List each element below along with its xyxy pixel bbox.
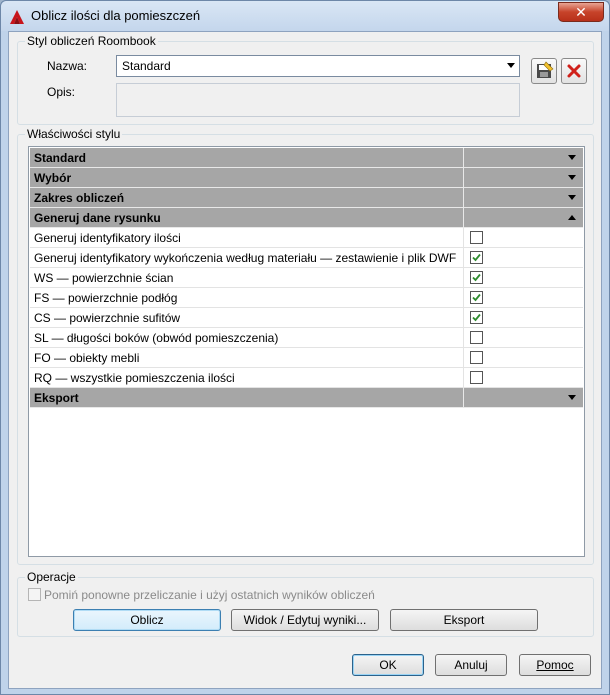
property-label: SL — długości boków (obwód pomieszczenia… bbox=[34, 331, 279, 345]
column-divider bbox=[463, 228, 464, 248]
property-checkbox[interactable] bbox=[470, 271, 483, 284]
delete-style-button[interactable] bbox=[561, 58, 587, 84]
chevron-down-icon[interactable] bbox=[568, 155, 576, 160]
checkmark-icon bbox=[472, 313, 481, 322]
operations-group-title: Operacje bbox=[25, 570, 78, 584]
property-checkbox[interactable] bbox=[470, 371, 483, 384]
property-checkbox[interactable] bbox=[470, 331, 483, 344]
window-title: Oblicz ilości dla pomieszczeń bbox=[31, 8, 201, 23]
description-label: Opis: bbox=[47, 85, 76, 99]
checkmark-icon bbox=[472, 253, 481, 262]
save-style-button[interactable] bbox=[531, 58, 557, 84]
property-label: Generuj identyfikatory ilości bbox=[34, 231, 181, 245]
autocad-a-icon bbox=[10, 10, 24, 24]
property-grid[interactable]: Standard Wybór Zakres obliczeń Generuj d… bbox=[28, 146, 585, 557]
title-bar[interactable]: Oblicz ilości dla pomieszczeń ✕ bbox=[1, 1, 609, 31]
category-zakres-obliczen[interactable]: Zakres obliczeń bbox=[30, 188, 583, 208]
column-divider bbox=[463, 208, 464, 228]
property-row[interactable]: FS — powierzchnie podłóg bbox=[30, 288, 583, 308]
property-checkbox[interactable] bbox=[470, 231, 483, 244]
column-divider bbox=[463, 288, 464, 308]
chevron-down-icon[interactable] bbox=[568, 395, 576, 400]
style-group-title: Styl obliczeń Roombook bbox=[25, 34, 158, 48]
property-row[interactable]: RQ — wszystkie pomieszczenia ilości bbox=[30, 368, 583, 388]
property-row[interactable]: CS — powierzchnie sufitów bbox=[30, 308, 583, 328]
category-label: Generuj dane rysunku bbox=[34, 211, 161, 225]
checkmark-icon bbox=[472, 293, 481, 302]
column-divider bbox=[463, 348, 464, 368]
cancel-button[interactable]: Anuluj bbox=[435, 654, 507, 676]
name-label: Nazwa: bbox=[47, 59, 88, 73]
column-divider bbox=[463, 168, 464, 188]
category-wybor[interactable]: Wybór bbox=[30, 168, 583, 188]
column-divider bbox=[463, 368, 464, 388]
chevron-down-icon bbox=[507, 63, 515, 68]
property-checkbox[interactable] bbox=[470, 291, 483, 304]
dialog-window: Oblicz ilości dla pomieszczeń ✕ Styl obl… bbox=[0, 0, 610, 695]
style-name-value: Standard bbox=[122, 59, 171, 73]
property-row[interactable]: FO — obiekty mebli bbox=[30, 348, 583, 368]
dialog-client: Styl obliczeń Roombook Nazwa: Standard O… bbox=[8, 31, 602, 689]
column-divider bbox=[463, 148, 464, 168]
view-edit-results-button[interactable]: Widok / Edytuj wyniki... bbox=[231, 609, 379, 631]
export-button[interactable]: Eksport bbox=[390, 609, 538, 631]
column-divider bbox=[463, 248, 464, 268]
property-checkbox[interactable] bbox=[470, 251, 483, 264]
category-label: Wybór bbox=[34, 171, 72, 185]
properties-group-title: Właściwości stylu bbox=[25, 127, 123, 141]
column-divider bbox=[463, 388, 464, 408]
column-divider bbox=[463, 308, 464, 328]
property-label: FO — obiekty mebli bbox=[34, 351, 140, 365]
property-label: FS — powierzchnie podłóg bbox=[34, 291, 178, 305]
category-eksport[interactable]: Eksport bbox=[30, 388, 583, 408]
category-label: Standard bbox=[34, 151, 87, 165]
property-label: RQ — wszystkie pomieszczenia ilości bbox=[34, 371, 235, 385]
ok-button[interactable]: OK bbox=[352, 654, 424, 676]
help-button[interactable]: Pomoc bbox=[519, 654, 591, 676]
property-row[interactable]: Generuj identyfikatory wykończenia wedłu… bbox=[30, 248, 583, 268]
save-style-icon bbox=[537, 61, 554, 78]
calculate-button[interactable]: Oblicz bbox=[73, 609, 221, 631]
property-row[interactable]: SL — długości boków (obwód pomieszczenia… bbox=[30, 328, 583, 348]
category-generuj-dane[interactable]: Generuj dane rysunku bbox=[30, 208, 583, 228]
property-checkbox[interactable] bbox=[470, 351, 483, 364]
property-label: CS — powierzchnie sufitów bbox=[34, 311, 181, 325]
skip-recalc-checkbox[interactable] bbox=[28, 588, 41, 601]
property-label: Generuj identyfikatory wykończenia wedłu… bbox=[34, 251, 457, 265]
property-row[interactable]: WS — powierzchnie ścian bbox=[30, 268, 583, 288]
chevron-down-icon[interactable] bbox=[568, 175, 576, 180]
skip-recalc-label: Pomiń ponowne przeliczanie i użyj ostatn… bbox=[44, 588, 375, 602]
chevron-down-icon[interactable] bbox=[568, 195, 576, 200]
property-row[interactable]: Generuj identyfikatory ilości bbox=[30, 228, 583, 248]
style-name-combo[interactable]: Standard bbox=[116, 55, 520, 77]
property-label: WS — powierzchnie ścian bbox=[34, 271, 174, 285]
category-label: Eksport bbox=[34, 391, 79, 405]
column-divider bbox=[463, 328, 464, 348]
chevron-up-icon[interactable] bbox=[568, 215, 576, 220]
category-standard[interactable]: Standard bbox=[30, 148, 583, 168]
column-divider bbox=[463, 188, 464, 208]
column-divider bbox=[463, 268, 464, 288]
checkmark-icon bbox=[472, 273, 481, 282]
close-button[interactable]: ✕ bbox=[558, 2, 604, 22]
delete-style-icon bbox=[567, 64, 581, 78]
description-field bbox=[116, 83, 520, 117]
category-label: Zakres obliczeń bbox=[34, 191, 125, 205]
property-checkbox[interactable] bbox=[470, 311, 483, 324]
